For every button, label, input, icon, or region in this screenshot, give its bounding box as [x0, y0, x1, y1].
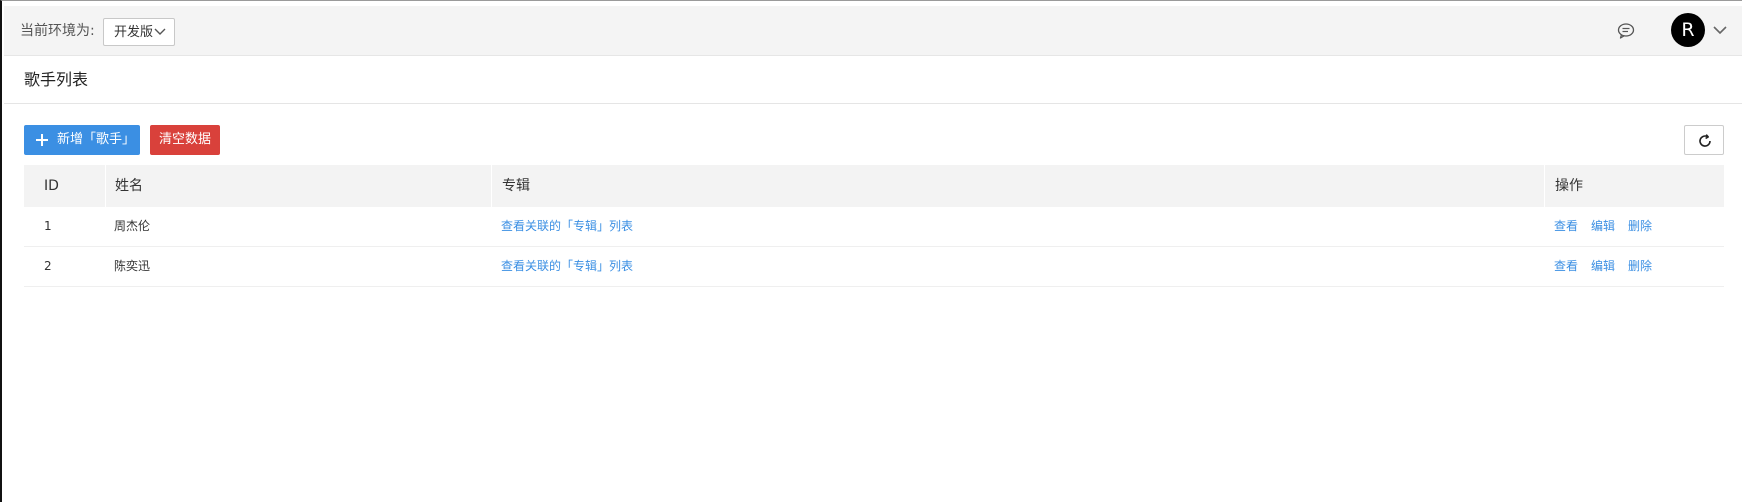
- column-header-name: 姓名: [115, 178, 143, 194]
- column-divider: [1544, 165, 1545, 207]
- user-menu-chevron-icon[interactable]: [1713, 25, 1727, 35]
- comment-icon[interactable]: [1616, 21, 1636, 41]
- table-row: 2 陈奕迅 查看关联的「专辑」列表 查看 编辑 删除: [24, 247, 1724, 287]
- header-divider: [4, 103, 1742, 104]
- edit-link[interactable]: 编辑: [1591, 259, 1615, 273]
- column-header-actions: 操作: [1555, 178, 1583, 194]
- delete-link[interactable]: 删除: [1628, 219, 1652, 233]
- edit-link[interactable]: 编辑: [1591, 219, 1615, 233]
- album-list-link[interactable]: 查看关联的「专辑」列表: [501, 247, 633, 286]
- top-bar: 当前环境为: 开发版 R: [4, 6, 1742, 56]
- column-header-album: 专辑: [502, 178, 530, 194]
- add-singer-button[interactable]: 新增「歌手」: [24, 125, 140, 155]
- environment-select[interactable]: 开发版: [103, 18, 175, 46]
- singer-table: ID 姓名 专辑 操作 1 周杰伦 查看关联的「专辑」列表 查看 编辑 删除 2 陈…: [24, 165, 1724, 287]
- table-header: ID 姓名 专辑 操作: [24, 165, 1724, 207]
- cell-id: 2: [44, 259, 52, 273]
- cell-id: 1: [44, 219, 52, 233]
- cell-name: 周杰伦: [114, 219, 151, 233]
- row-actions: 查看 编辑 删除: [1554, 207, 1665, 246]
- table-row: 1 周杰伦 查看关联的「专辑」列表 查看 编辑 删除: [24, 207, 1724, 247]
- album-list-link[interactable]: 查看关联的「专辑」列表: [501, 207, 633, 246]
- cell-name: 陈奕迅: [114, 259, 151, 273]
- environment-select-value: 开发版: [114, 25, 154, 40]
- view-link[interactable]: 查看: [1554, 219, 1578, 233]
- user-avatar[interactable]: R: [1671, 13, 1705, 47]
- plus-icon: [36, 134, 48, 146]
- app-window: 当前环境为: 开发版 R 歌手列表 新增「歌手」 清空数据 ID 姓名 专辑 操…: [0, 0, 1742, 502]
- chevron-down-icon: [154, 28, 166, 35]
- column-divider: [105, 165, 106, 207]
- clear-data-button-label: 清空数据: [158, 132, 211, 147]
- row-actions: 查看 编辑 删除: [1554, 247, 1665, 286]
- environment-label: 当前环境为:: [20, 23, 95, 39]
- page-title: 歌手列表: [24, 70, 89, 89]
- delete-link[interactable]: 删除: [1628, 259, 1652, 273]
- refresh-button[interactable]: [1684, 125, 1724, 155]
- clear-data-button[interactable]: 清空数据: [150, 125, 220, 155]
- refresh-icon: [1699, 134, 1711, 147]
- view-link[interactable]: 查看: [1554, 259, 1578, 273]
- column-divider: [491, 165, 492, 207]
- add-singer-button-label: 新增「歌手」: [57, 132, 136, 147]
- column-header-id: ID: [44, 178, 59, 194]
